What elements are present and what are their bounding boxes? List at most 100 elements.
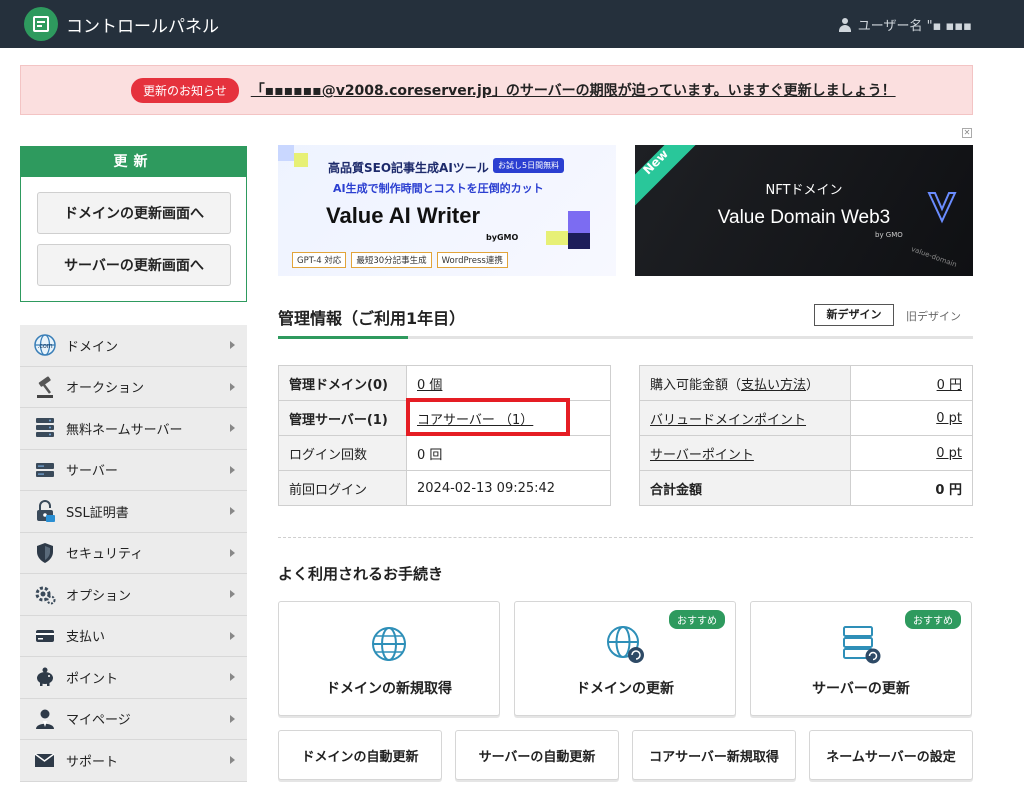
chevron-right-icon [230,673,235,681]
new-design-button[interactable]: 新デザイン [814,304,894,326]
shield-icon [32,541,58,565]
server-points-value-link[interactable]: 0 pt [936,446,962,461]
mail-icon [32,748,58,772]
menu-item-ssl[interactable]: SSL証明書 [20,491,247,533]
menu-item-free-nameserver[interactable]: 無料ネームサーバー [20,408,247,450]
payment-method-link[interactable]: 支払い方法 [741,378,806,393]
table-row: ログイン回数 0 回 [278,435,611,471]
decor-square [568,211,590,233]
menu-item-security[interactable]: セキュリティ [20,532,247,574]
purchasable-label: 購入可能金額（支払い方法） [639,365,851,401]
old-design-link[interactable]: 旧デザイン [906,308,961,324]
menu-label: ドメイン [66,339,119,355]
core-server-new-button[interactable]: コアサーバー新規取得 [632,730,796,780]
web3-banner-by: by GMO [875,231,903,239]
ai-banner-line1: 高品質SEO記事生成AIツール [328,161,489,175]
server-icon [32,458,58,482]
ai-banner-brand: Value AI Writer [326,203,481,228]
ad-close-icon[interactable]: ✕ [962,128,972,138]
purchasable-label-end: ） [806,377,820,393]
server-stack-icon [32,416,58,440]
chevron-right-icon [230,465,235,474]
domain-renewal-button[interactable]: ドメインの更新画面へ [37,192,231,234]
total-label: 合計金額 [639,470,851,506]
chevron-right-icon [230,756,235,764]
menu-item-support[interactable]: サポート [20,740,247,782]
table-row: バリュードメインポイント 0 pt [639,400,973,436]
chevron-right-icon [230,590,235,598]
globe-icon: .com [32,333,58,357]
purchasable-link[interactable]: 0 円 [937,378,962,393]
chevron-right-icon [230,631,235,640]
chevron-right-icon [230,424,235,432]
recommended-badge: おすすめ [669,610,725,629]
domain-count-link[interactable]: 0 個 [417,378,442,393]
menu-item-domain[interactable]: .com ドメイン [20,325,247,367]
decor-square [278,145,294,161]
user-icon [838,17,852,32]
menu-label: ポイント [66,671,119,687]
lock-icon [32,499,58,523]
management-table-right: 購入可能金額（支払い方法） 0 円 バリュードメインポイント 0 pt サーバー… [639,365,973,506]
vd-points-value: 0 pt [850,400,973,436]
card-domain-renew[interactable]: おすすめ ドメインの更新 [514,601,736,716]
value-ai-writer-banner[interactable]: 高品質SEO記事生成AIツール お試し5日間無料 AI生成で制作時間とコストを圧… [278,145,616,276]
domain-count-label: 管理ドメイン(0) [278,365,407,401]
card-label: サーバーの更新 [812,681,910,697]
server-points-link[interactable]: サーバーポイント [650,448,754,463]
person-icon [32,707,58,731]
chevron-right-icon [230,341,235,349]
user-name: ユーザー名 "▪ ▪▪▪ [857,19,972,34]
card-domain-new[interactable]: ドメインの新規取得 [278,601,500,716]
control-panel-logo-icon[interactable] [24,7,58,41]
card-server-renew[interactable]: おすすめ サーバーの更新 [750,601,972,716]
ai-banner-tag: WordPress連携 [436,252,508,268]
menu-item-options[interactable]: オプション [20,574,247,616]
menu-label: オプション [66,588,132,604]
menu-label: サーバー [66,464,118,480]
update-box-title: 更新 [21,147,246,177]
menu-label: 無料ネームサーバー [66,422,183,438]
menu-item-points[interactable]: ポイント [20,657,247,699]
last-login-value: 2024-02-13 09:25:42 [406,470,611,506]
menu-item-mypage[interactable]: マイページ [20,698,247,740]
last-login-label: 前回ログイン [278,470,407,506]
highlight-box [406,398,570,436]
domain-auto-renew-button[interactable]: ドメインの自動更新 [278,730,442,780]
section-divider [278,336,973,339]
update-box: 更新 ドメインの更新画面へ サーバーの更新画面へ [20,146,247,302]
purchasable-value: 0 円 [850,365,973,401]
procedures-title: よく利用されるお手続き [278,565,444,583]
web3-logo-icon [927,192,957,224]
menu-item-payment[interactable]: 支払い [20,615,247,657]
gear-icon [32,582,58,606]
menu-label: オークション [66,381,145,397]
user-menu[interactable]: ユーザー名 "▪ ▪▪▪ [838,15,972,34]
domain-count-value: 0 個 [406,365,611,401]
card-label: ドメインの更新 [576,681,674,697]
nameserver-settings-button[interactable]: ネームサーバーの設定 [809,730,973,780]
value-domain-web3-banner[interactable]: New NFTドメイン Value Domain Web3 by GMO val… [635,145,973,276]
server-refresh-icon [843,626,881,664]
menu-item-auction[interactable]: オークション [20,366,247,408]
ai-banner-tags: GPT-4 対応 最短30分記事生成 WordPress連携 [292,252,508,268]
vd-points-value-link[interactable]: 0 pt [936,411,962,426]
menu-label: サポート [66,754,119,770]
ai-banner-tag: GPT-4 対応 [292,252,347,268]
ai-banner-by: byGMO [486,233,519,242]
decor-square [568,233,590,249]
side-menu: .com ドメイン オークション 無料ネームサーバー サーバー SSL証明書 セ… [20,325,247,782]
server-auto-renew-button[interactable]: サーバーの自動更新 [455,730,619,780]
ai-banner-trial: お試し5日間無料 [493,158,565,173]
ai-banner-tag: 最短30分記事生成 [351,252,432,268]
vd-points-link[interactable]: バリュードメインポイント [650,413,806,428]
total-value: 0 円 [850,470,973,506]
recommended-badge: おすすめ [905,610,961,629]
server-points-label: サーバーポイント [639,435,851,471]
ai-banner-line2: AI生成で制作時間とコストを圧倒的カット [333,182,544,195]
piggy-bank-icon [32,665,58,689]
notice-link[interactable]: 「▪▪▪▪▪▪@v2008.coreserver.jp」のサーバーの期限が迫って… [251,80,896,100]
menu-item-server[interactable]: サーバー [20,449,247,491]
table-row: 合計金額 0 円 [639,470,973,506]
server-renewal-button[interactable]: サーバーの更新画面へ [37,244,231,286]
